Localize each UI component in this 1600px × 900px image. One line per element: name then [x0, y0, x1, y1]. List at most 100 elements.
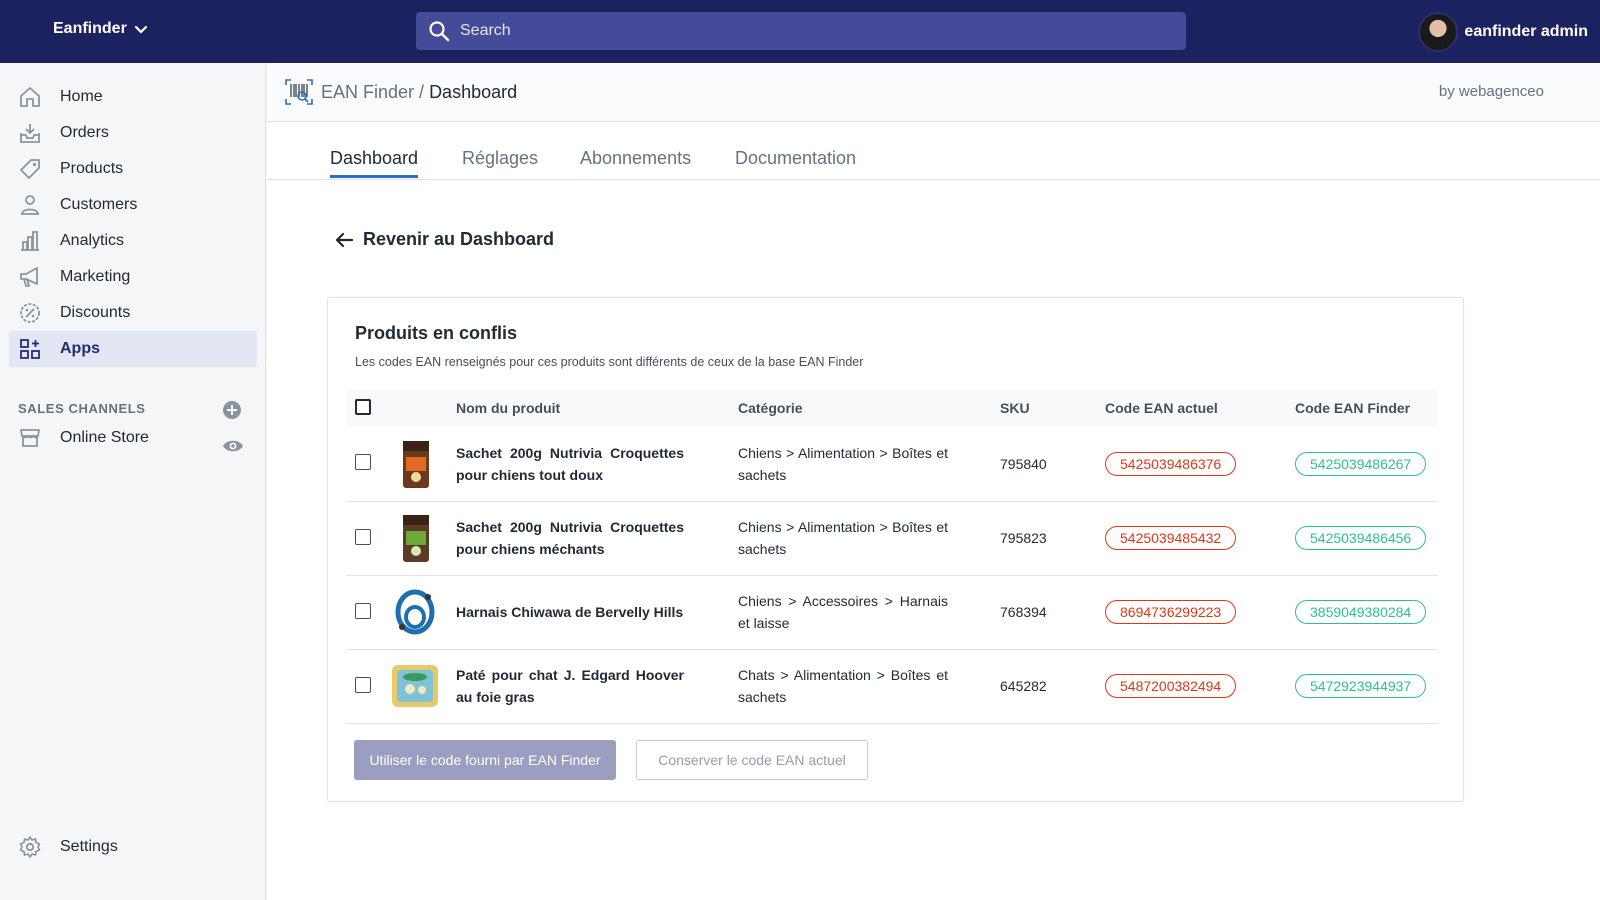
bar-chart-icon [18, 229, 42, 253]
product-sku: 795840 [1000, 455, 1047, 472]
table-row: Harnais Chiwawa de Bervelly Hills Chiens… [346, 575, 1438, 649]
avatar [1418, 12, 1459, 52]
tab-documentation[interactable]: Documentation [735, 148, 856, 177]
product-category: Chiens > Alimentation > Boîtes et sachet… [738, 444, 948, 483]
user-menu[interactable]: eanfinder admin [1418, 12, 1588, 52]
back-link[interactable]: Revenir au Dashboard [335, 229, 554, 250]
product-name[interactable]: Sachet 200g Nutrivia Croquettes pour chi… [456, 442, 684, 486]
ean-finder-badge: 5472923944937 [1295, 674, 1427, 698]
conflict-card: Produits en conflis Les codes EAN rensei… [327, 297, 1464, 802]
sidebar-item-analytics[interactable]: Analytics [9, 223, 257, 259]
product-category: Chiens > Alimentation > Boîtes et sachet… [738, 519, 948, 557]
column-header-category: Catégorie [738, 400, 803, 416]
ean-current-badge: 8694736299223 [1105, 600, 1237, 624]
ean-finder-badge: 5425039486456 [1295, 526, 1427, 550]
select-all-checkbox[interactable] [355, 398, 371, 415]
tab-reglages[interactable]: Réglages [462, 148, 538, 177]
sidebar-item-orders[interactable]: Orders [9, 115, 257, 151]
column-header-name: Nom du produit [456, 400, 561, 416]
orders-icon [18, 121, 42, 145]
column-header-sku: SKU [1000, 400, 1030, 416]
gear-icon [18, 835, 42, 859]
row-checkbox[interactable] [355, 454, 371, 471]
sidebar-item-discounts[interactable]: Discounts [9, 295, 257, 331]
discount-icon [18, 301, 42, 325]
ean-current-badge: 5487200382494 [1105, 674, 1237, 698]
app-header: EAN Finder / Dashboard by webagenceo [267, 63, 1600, 122]
eye-icon[interactable] [222, 436, 244, 456]
tag-icon [18, 157, 42, 181]
row-checkbox[interactable] [355, 528, 371, 545]
table-row: Sachet 200g Nutrivia Croquettes pour chi… [346, 427, 1438, 501]
product-sku: 645282 [1000, 678, 1047, 694]
sidebar-item-products[interactable]: Products [9, 151, 257, 187]
megaphone-icon [18, 265, 42, 289]
apps-icon [18, 337, 42, 361]
use-ean-finder-button[interactable]: Utiliser le code fourni par EAN Finder [354, 740, 616, 780]
breadcrumb-app[interactable]: EAN Finder [321, 82, 414, 103]
ean-finder-badge: 5425039486267 [1295, 451, 1427, 476]
product-thumbnail-kibble-bag [403, 440, 429, 488]
sidebar-item-label: Home [60, 88, 103, 105]
table-row: Sachet 200g Nutrivia Croquettes pour chi… [346, 501, 1438, 575]
person-icon [18, 193, 42, 217]
table-row: Paté pour chat J. Edgard Hoover au foie … [346, 649, 1438, 723]
store-icon [18, 426, 42, 450]
developer-credit: by webagenceo [1438, 83, 1544, 100]
chevron-down-icon [134, 25, 147, 34]
arrow-left-icon [335, 232, 353, 247]
sidebar-item-home[interactable]: Home [9, 79, 257, 115]
ean-current-badge: 5425039486376 [1105, 451, 1237, 476]
product-sku: 768394 [1000, 604, 1047, 620]
product-sku: 795823 [1000, 530, 1047, 546]
card-title: Produits en conflis [355, 323, 518, 343]
product-category: Chiens > Accessoires > Harnais et laisse [738, 593, 948, 631]
product-thumbnail-harness [395, 589, 435, 635]
sidebar-item-customers[interactable]: Customers [9, 187, 257, 223]
conflict-table: Nom du produit Catégorie SKU Code EAN ac… [346, 389, 1438, 724]
back-link-label: Revenir au Dashboard [363, 229, 555, 249]
table-header-row: Nom du produit Catégorie SKU Code EAN ac… [346, 389, 1438, 427]
product-category: Chats > Alimentation > Boîtes et sachets [738, 667, 948, 705]
product-thumbnail-cat-food-tray [392, 665, 438, 707]
sidebar-item-label: Apps [60, 340, 100, 357]
ean-current-badge: 5425039485432 [1105, 526, 1237, 550]
sidebar: Home Orders Products Customers Analytics… [0, 63, 266, 900]
barcode-scan-icon [285, 79, 313, 105]
row-checkbox[interactable] [355, 676, 371, 693]
sidebar-item-label: Settings [60, 838, 118, 855]
sidebar-item-label: Analytics [60, 232, 125, 249]
main-content: EAN Finder / Dashboard by webagenceo Das… [267, 63, 1600, 900]
product-name[interactable]: Harnais Chiwawa de Bervelly Hills [456, 601, 684, 623]
tab-dashboard[interactable]: Dashboard [330, 148, 419, 178]
search-bar[interactable] [416, 12, 1186, 50]
column-header-ean-finder: Code EAN Finder [1295, 400, 1411, 416]
keep-current-ean-button[interactable]: Conserver le code EAN actuel [636, 740, 868, 780]
search-icon [429, 21, 450, 42]
product-name[interactable]: Sachet 200g Nutrivia Croquettes pour chi… [456, 516, 684, 560]
search-input[interactable] [460, 22, 1160, 40]
sidebar-item-settings[interactable]: Settings [9, 829, 257, 865]
sidebar-item-apps[interactable]: Apps [9, 331, 257, 367]
product-name[interactable]: Paté pour chat J. Edgard Hoover au foie … [456, 664, 684, 708]
sidebar-item-label: Discounts [60, 304, 131, 321]
add-circle-icon[interactable] [222, 400, 242, 420]
user-name: eanfinder admin [1464, 23, 1588, 40]
card-description: Les codes EAN renseignés pour ces produi… [355, 355, 864, 369]
store-switcher[interactable]: Eanfinder [53, 20, 149, 38]
home-icon [18, 85, 42, 109]
sidebar-item-label: Products [60, 160, 124, 177]
tab-abonnements[interactable]: Abonnements [580, 148, 691, 177]
sidebar-item-label: Online Store [60, 429, 149, 446]
top-bar: Eanfinder eanfinder admin [0, 0, 1600, 63]
sidebar-item-label: Marketing [60, 268, 131, 285]
column-header-ean-current: Code EAN actuel [1105, 400, 1218, 416]
sidebar-item-online-store[interactable]: Online Store [9, 420, 209, 456]
tab-bar: Dashboard Réglages Abonnements Documenta… [267, 122, 1600, 180]
store-name: Eanfinder [53, 20, 127, 37]
row-checkbox[interactable] [355, 602, 371, 619]
sidebar-item-marketing[interactable]: Marketing [9, 259, 257, 295]
sidebar-item-label: Customers [60, 196, 138, 213]
sidebar-item-label: Orders [60, 124, 109, 141]
product-thumbnail-kibble-bag [403, 515, 429, 562]
